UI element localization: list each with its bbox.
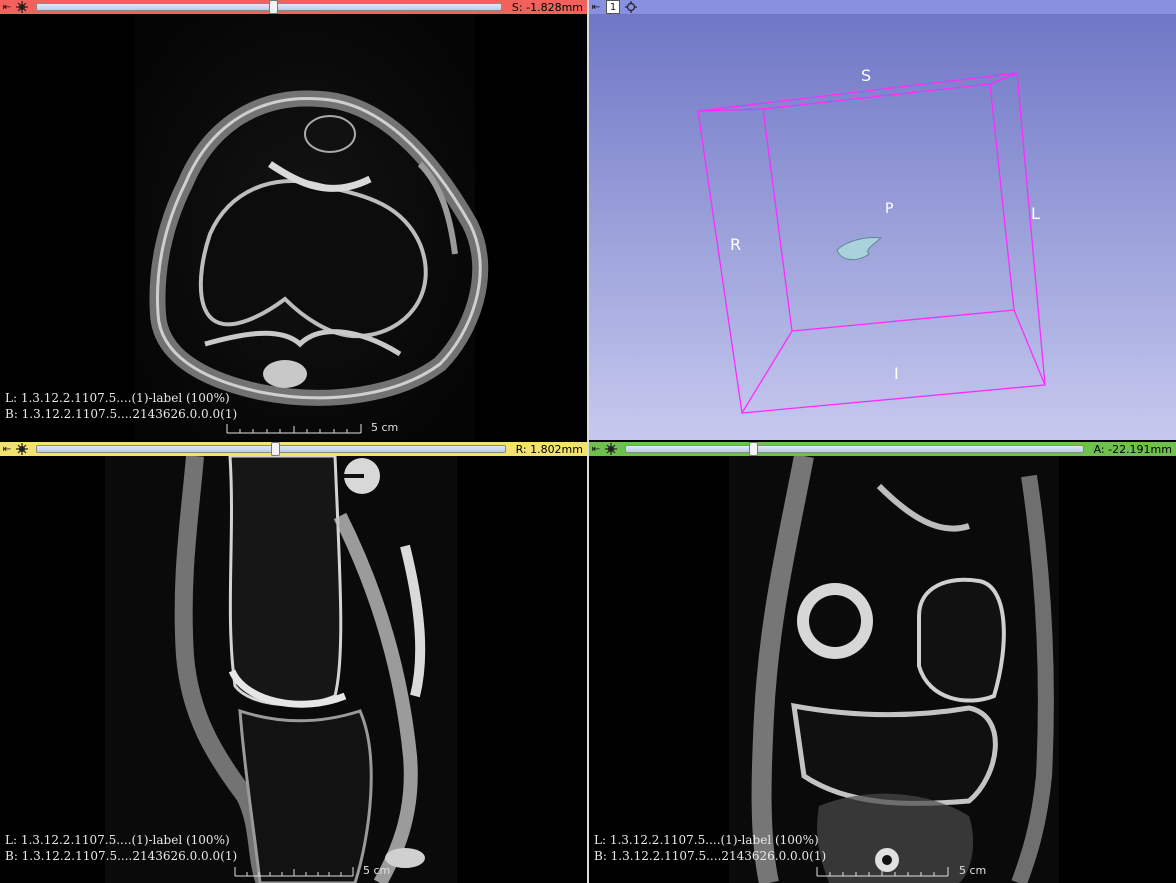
slice-offset-readout: R: 1.802mm [515, 442, 583, 456]
slice-offset-readout: S: -1.828mm [511, 0, 583, 14]
scale-ruler: 5 cm [226, 421, 416, 438]
center-view-icon[interactable] [623, 0, 639, 14]
yellow-slice-image[interactable]: L: 1.3.12.2.1107.5....(1)-label (100%) B… [0, 454, 587, 883]
threed-view[interactable]: ⇤ 1 S I R L P [589, 0, 1176, 440]
pin-icon[interactable]: ⇤ [589, 0, 603, 14]
green-slice-offset-slider[interactable] [625, 442, 1084, 456]
ruler-ticks [234, 867, 354, 877]
green-slice-controller: ⇤ A: -22.191mm [589, 442, 1176, 456]
ruler-ticks [226, 424, 362, 434]
view-number-badge: 1 [606, 0, 620, 14]
orientation-label-s: S [861, 66, 872, 85]
threed-render-area[interactable]: S I R L P [589, 14, 1176, 440]
label-layer-text: L: 1.3.12.2.1107.5....(1)-label (100%) [5, 833, 230, 847]
orientation-label-l: L [1031, 204, 1040, 223]
background-layer-text: B: 1.3.12.2.1107.5....2143626.0.0.0(1) [5, 849, 238, 863]
yellow-slice-controller: ⇤ R: 1.802mm [0, 442, 587, 456]
ruler-ticks [816, 867, 949, 877]
orientation-label-i: I [894, 364, 899, 383]
green-slice-image[interactable]: L: 1.3.12.2.1107.5....(1)-label (100%) B… [589, 454, 1176, 883]
label-layer-text: L: 1.3.12.2.1107.5....(1)-label (100%) [5, 391, 230, 405]
slider-thumb[interactable] [270, 442, 280, 456]
link-icon[interactable] [603, 442, 619, 456]
ruler-label: 5 cm [371, 421, 399, 434]
yellow-slice-view[interactable]: ⇤ R: 1.802mm L: 1.3.12.2.1107.5....(1)-l… [0, 442, 587, 883]
coronal-mri-image [729, 454, 1059, 883]
ruler-label: 5 cm [363, 864, 391, 877]
slice-offset-readout: A: -22.191mm [1093, 442, 1172, 456]
yellow-slice-offset-slider[interactable] [36, 442, 506, 456]
background-layer-text: B: 1.3.12.2.1107.5....2143626.0.0.0(1) [5, 407, 238, 421]
axial-mri-image [135, 14, 489, 440]
slider-thumb[interactable] [749, 442, 759, 456]
pin-icon[interactable]: ⇤ [589, 442, 603, 456]
orientation-label-p: P [885, 201, 894, 217]
layer-info: L: 1.3.12.2.1107.5....(1)-label (100%) B… [5, 390, 237, 422]
scale-ruler: 5 cm [816, 864, 1001, 881]
view-divider [587, 0, 589, 883]
link-icon[interactable] [14, 0, 30, 14]
bounding-box [697, 72, 1046, 414]
scale-ruler: 5 cm [234, 864, 414, 881]
link-icon[interactable] [14, 442, 30, 456]
sagittal-mri-image [105, 454, 457, 883]
red-slice-view[interactable]: ⇤ S: -1.828mm L: 1.3.12.2.1107.5....(1)-… [0, 0, 587, 440]
green-slice-view[interactable]: ⇤ A: -22.191mm L: 1.3.12.2.1107.5....(1)… [589, 442, 1176, 883]
layer-info: L: 1.3.12.2.1107.5....(1)-label (100%) B… [594, 832, 826, 864]
threed-view-controller: ⇤ 1 [589, 0, 1176, 14]
red-slice-image[interactable]: L: 1.3.12.2.1107.5....(1)-label (100%) B… [0, 14, 587, 440]
pin-icon[interactable]: ⇤ [0, 442, 14, 456]
layer-info: L: 1.3.12.2.1107.5....(1)-label (100%) B… [5, 832, 237, 864]
pin-icon[interactable]: ⇤ [0, 0, 14, 14]
red-slice-controller: ⇤ S: -1.828mm [0, 0, 587, 14]
orientation-label-r: R [730, 235, 742, 254]
ruler-label: 5 cm [959, 864, 987, 877]
red-slice-offset-slider[interactable] [36, 0, 502, 14]
label-layer-text: L: 1.3.12.2.1107.5....(1)-label (100%) [594, 833, 819, 847]
background-layer-text: B: 1.3.12.2.1107.5....2143626.0.0.0(1) [594, 849, 827, 863]
slider-thumb[interactable] [268, 0, 278, 14]
view-number: 1 [609, 1, 617, 13]
